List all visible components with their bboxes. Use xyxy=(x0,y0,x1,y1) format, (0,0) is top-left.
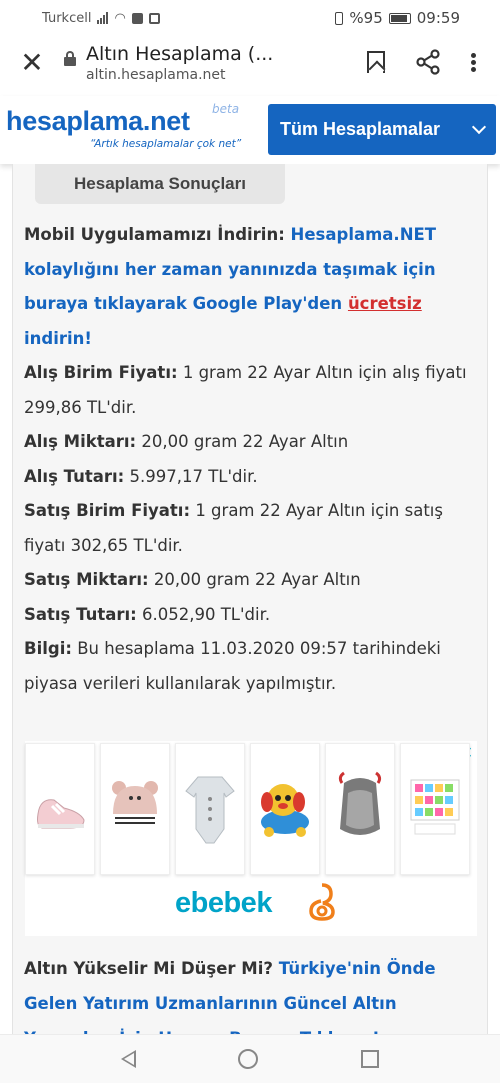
chevron-down-icon xyxy=(471,119,487,135)
url-area[interactable]: Altın Hesaplama (... altin.hesaplama.net xyxy=(64,41,367,83)
result-row: Satış Miktarı: 20,00 gram 22 Ayar Altın xyxy=(24,570,361,589)
logo-slogan: “Artık hesaplamalar çok net” xyxy=(90,138,242,150)
ebebek-logo-icon xyxy=(309,883,335,921)
site-header: hesaplama.net beta “Artık hesaplamalar ç… xyxy=(0,96,500,164)
bookmark-icon[interactable] xyxy=(367,51,385,73)
ad-brand-logo[interactable]: ebebek xyxy=(175,887,272,920)
notification-icon xyxy=(131,12,143,24)
all-calculations-button[interactable]: Tüm Hesaplamalar xyxy=(268,104,496,155)
app-promo-label: Mobil Uygulamamızı İndirin: xyxy=(24,225,285,244)
home-icon[interactable] xyxy=(238,1049,259,1069)
battery-percent: %95 xyxy=(349,9,383,27)
baby-hat-icon[interactable] xyxy=(100,743,170,875)
browser-toolbar: ✕ Altın Hesaplama (... altin.hesaplama.n… xyxy=(0,36,500,88)
result-row: Alış Miktarı: 20,00 gram 22 Ayar Altın xyxy=(24,432,349,451)
content-panel: Hesaplama Sonuçları Mobil Uygulamamızı İ… xyxy=(12,164,488,1034)
result-row: Alış Birim Fiyatı: 1 gram 22 Ayar Altın … xyxy=(24,363,467,417)
share-icon[interactable] xyxy=(415,49,441,75)
url-host: altin.hesaplama.net xyxy=(86,67,226,83)
app-promo: Mobil Uygulamamızı İndirin: Hesaplama.NE… xyxy=(24,218,478,356)
baby-romper-icon[interactable] xyxy=(175,743,245,875)
message-icon xyxy=(148,12,160,24)
install-link[interactable]: indirin! xyxy=(24,329,92,348)
battery-icon xyxy=(388,12,411,24)
logo-beta: beta xyxy=(212,102,240,116)
flash-cards-icon[interactable] xyxy=(400,743,470,875)
clock: 09:59 xyxy=(416,9,460,27)
carrier-label: Turkcell xyxy=(42,10,92,26)
results-text: Mobil Uygulamamızı İndirin: Hesaplama.NE… xyxy=(24,218,478,701)
cta-question: Altın Yükselir Mi Düşer Mi? xyxy=(24,959,273,978)
system-nav-bar xyxy=(0,1034,500,1083)
result-row: Satış Birim Fiyatı: 1 gram 22 Ayar Altın… xyxy=(24,501,443,555)
wifi-icon: ◠ xyxy=(114,10,126,26)
status-bar: Turkcell ◠ %95 09:59 xyxy=(0,0,500,36)
free-link[interactable]: ücretsiz xyxy=(348,294,422,313)
ad-banner[interactable]: i ✕ ebebek xyxy=(25,741,477,936)
ad-products xyxy=(25,743,470,875)
page-title: Altın Hesaplama (... xyxy=(86,43,274,65)
results-tab: Hesaplama Sonuçları xyxy=(35,164,285,204)
result-row: Alış Tutarı: 5.997,17 TL'dir. xyxy=(24,466,258,486)
baby-carrier-icon[interactable] xyxy=(325,743,395,875)
result-row: Bilgi: Bu hesaplama 11.03.2020 09:57 tar… xyxy=(24,639,441,693)
vibrate-icon xyxy=(335,11,344,25)
close-tab-icon[interactable]: ✕ xyxy=(0,46,64,79)
toy-dog-icon[interactable] xyxy=(250,743,320,875)
recent-apps-icon[interactable] xyxy=(360,1050,379,1068)
signal-icon xyxy=(97,12,109,24)
result-row: Satış Tutarı: 6.052,90 TL'dir. xyxy=(24,604,271,624)
more-options-icon[interactable] xyxy=(471,52,476,72)
baby-shoe-icon[interactable] xyxy=(25,743,95,875)
gold-forecast-cta: Altın Yükselir Mi Düşer Mi? Türkiye'nin … xyxy=(24,951,478,1034)
site-logo[interactable]: hesaplama.net xyxy=(6,106,190,137)
back-icon[interactable] xyxy=(121,1050,137,1068)
lock-icon xyxy=(64,51,76,66)
all-calculations-label: Tüm Hesaplamalar xyxy=(280,119,441,139)
